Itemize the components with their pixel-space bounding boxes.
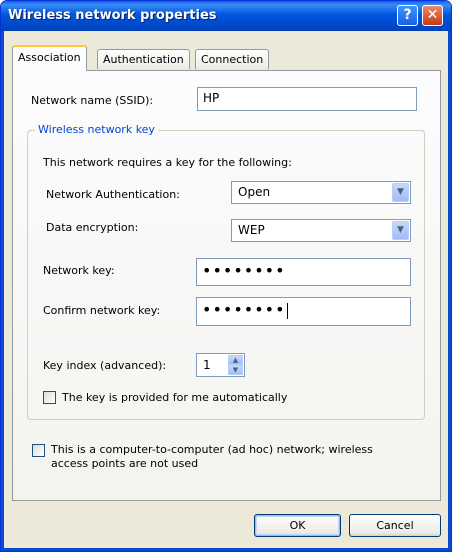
close-button[interactable]: ✕ [422,5,443,26]
network-auth-value: Open [238,185,271,199]
confirm-key-value: •••••••• [202,300,286,319]
chevron-down-icon[interactable]: ▼ [392,183,409,202]
ok-button-label: OK [289,519,306,532]
tab-association-label: Association [18,51,81,64]
data-encryption-label: Data encryption: [46,221,139,234]
tab-association[interactable]: Association [12,45,87,71]
tab-authentication-label: Authentication [103,53,184,66]
ssid-value: HP [203,91,220,105]
title-bar[interactable]: Wireless network properties ? ✕ [1,1,451,31]
chevron-down-icon[interactable]: ▼ [392,221,409,240]
wireless-key-group-title: Wireless network key [35,123,158,136]
ssid-input[interactable]: HP [197,87,417,111]
dialog-window: Wireless network properties ? ✕ Associat… [0,0,452,552]
data-encryption-select[interactable]: WEP ▼ [231,219,411,242]
network-key-input[interactable]: •••••••• [196,258,411,286]
network-auth-label: Network Authentication: [46,188,180,201]
spin-up-icon[interactable]: ▲ [228,355,243,365]
key-index-value: 1 [203,358,211,372]
network-key-value: •••••••• [202,261,286,280]
network-key-label: Network key: [43,264,115,277]
text-cursor [286,302,288,319]
adhoc-checkbox[interactable] [32,444,45,457]
cancel-button[interactable]: Cancel [349,514,441,537]
network-auth-select[interactable]: Open ▼ [231,181,411,204]
key-index-label: Key index (advanced): [43,359,167,372]
window-frame-bottom [1,548,451,551]
adhoc-label-line2: access points are not used [51,457,199,470]
confirm-key-input[interactable]: •••••••• [196,297,411,326]
key-index-spinner[interactable]: 1 ▲ ▼ [196,353,245,377]
data-encryption-value: WEP [238,223,265,237]
window-title: Wireless network properties [8,8,217,23]
auto-key-checkbox[interactable] [43,391,56,404]
window-frame-right [448,31,451,551]
ssid-label: Network name (SSID): [31,94,154,107]
spin-down-icon[interactable]: ▼ [228,365,243,375]
help-icon: ? [403,7,412,23]
close-icon: ✕ [426,7,439,23]
cancel-button-label: Cancel [376,519,414,532]
help-button[interactable]: ? [397,5,418,26]
window-frame-left [1,31,4,551]
confirm-key-label: Confirm network key: [43,304,161,317]
auto-key-label: The key is provided for me automatically [62,391,288,404]
adhoc-label-line1: This is a computer-to-computer (ad hoc) … [51,443,373,456]
tab-connection-label: Connection [201,53,264,66]
ok-button[interactable]: OK [254,514,341,537]
key-info-text: This network requires a key for the foll… [43,156,292,169]
tab-authentication[interactable]: Authentication [97,49,190,69]
tab-connection[interactable]: Connection [195,49,270,69]
